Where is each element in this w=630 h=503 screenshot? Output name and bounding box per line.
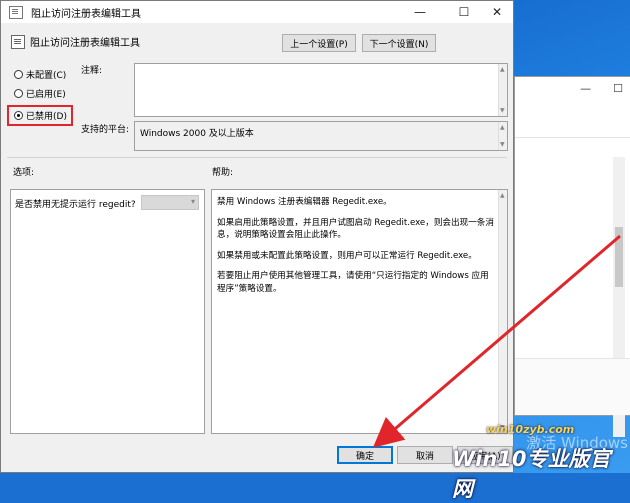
chevron-down-icon: ▾ — [190, 197, 195, 206]
radio-enabled[interactable]: 已启用(E) — [14, 87, 66, 100]
supported-platform-field: Windows 2000 及以上版本 ▲ ▼ — [134, 121, 508, 151]
help-paragraph: 如果启用此策略设置，并且用户试图启动 Regedit.exe，则会出现一条消息，… — [217, 217, 494, 241]
scrollbar-thumb[interactable] — [615, 227, 623, 287]
site-watermark: win10zyb.com — [486, 423, 575, 436]
option-select[interactable]: ▾ — [141, 195, 199, 210]
options-label: 选项: — [13, 168, 35, 178]
radio-circle[interactable] — [14, 70, 23, 79]
highlight-box — [7, 105, 73, 126]
minimize-icon[interactable]: — — [580, 82, 591, 95]
cancel-button[interactable]: 取消 — [397, 446, 453, 464]
background-window-titlebar: — ☐ — [515, 77, 630, 99]
supported-platform-label: 支持的平台: — [81, 125, 130, 135]
maximize-button[interactable]: ☐ — [448, 1, 480, 23]
minimize-button[interactable]: — — [404, 1, 436, 23]
divider — [7, 157, 507, 158]
options-pane: 是否禁用无提示运行 regedit? — [10, 189, 205, 434]
help-paragraph: 如果禁用或未配置此策略设置，则用户可以正常运行 Regedit.exe。 — [217, 250, 477, 261]
help-pane: 禁用 Windows 注册表编辑器 Regedit.exe。 如果启用此策略设置… — [211, 189, 508, 434]
minimize-icon: — — [414, 5, 426, 19]
comment-scrollbar[interactable]: ▲ ▼ — [498, 64, 507, 116]
help-label: 帮助: — [212, 168, 234, 178]
previous-setting-button[interactable]: 上一个设置(P) — [282, 34, 356, 52]
comment-textarea[interactable]: ▲ ▼ — [134, 63, 508, 117]
group-policy-dialog: 阻止访问注册表编辑工具 — ☐ ✕ 阻止访问注册表编辑工具 上一个设置(P) 下… — [0, 0, 514, 473]
next-setting-button[interactable]: 下一个设置(N) — [362, 34, 436, 52]
supported-platform-value: Windows 2000 及以上版本 — [140, 129, 254, 139]
dialog-titlebar: 阻止访问注册表编辑工具 — ☐ ✕ — [1, 1, 513, 23]
background-window[interactable]: — ☐ — [514, 76, 630, 437]
option-text: 是否禁用无提示运行 regedit? — [15, 200, 136, 210]
radio-not-configured[interactable]: 未配置(C) — [14, 68, 66, 81]
close-icon: ✕ — [491, 5, 503, 19]
radio-label: 已启用(E) — [26, 90, 66, 100]
maximize-icon[interactable]: ☐ — [613, 82, 623, 95]
supported-scrollbar[interactable]: ▲ ▼ — [498, 122, 507, 150]
ok-button[interactable]: 确定 — [337, 446, 393, 464]
policy-setting-icon — [11, 35, 25, 49]
policy-icon — [9, 5, 23, 19]
brand-watermark: Win10专业版官网 — [452, 447, 611, 501]
setting-header-title: 阻止访问注册表编辑工具 — [30, 38, 140, 49]
close-button[interactable]: ✕ — [481, 1, 513, 23]
radio-circle[interactable] — [14, 89, 23, 98]
background-window-bottom — [515, 358, 630, 415]
maximize-icon: ☐ — [458, 5, 470, 19]
radio-label: 未配置(C) — [26, 71, 67, 81]
help-scrollbar[interactable]: ▲ ▼ — [498, 190, 507, 433]
comment-label: 注释: — [81, 66, 103, 76]
help-paragraph: 禁用 Windows 注册表编辑器 Regedit.exe。 — [217, 197, 392, 207]
help-paragraph: 若要阻止用户使用其他管理工具，请使用“只运行指定的 Windows 应用程序”策… — [217, 271, 489, 294]
dialog-title: 阻止访问注册表编辑工具 — [31, 8, 141, 20]
